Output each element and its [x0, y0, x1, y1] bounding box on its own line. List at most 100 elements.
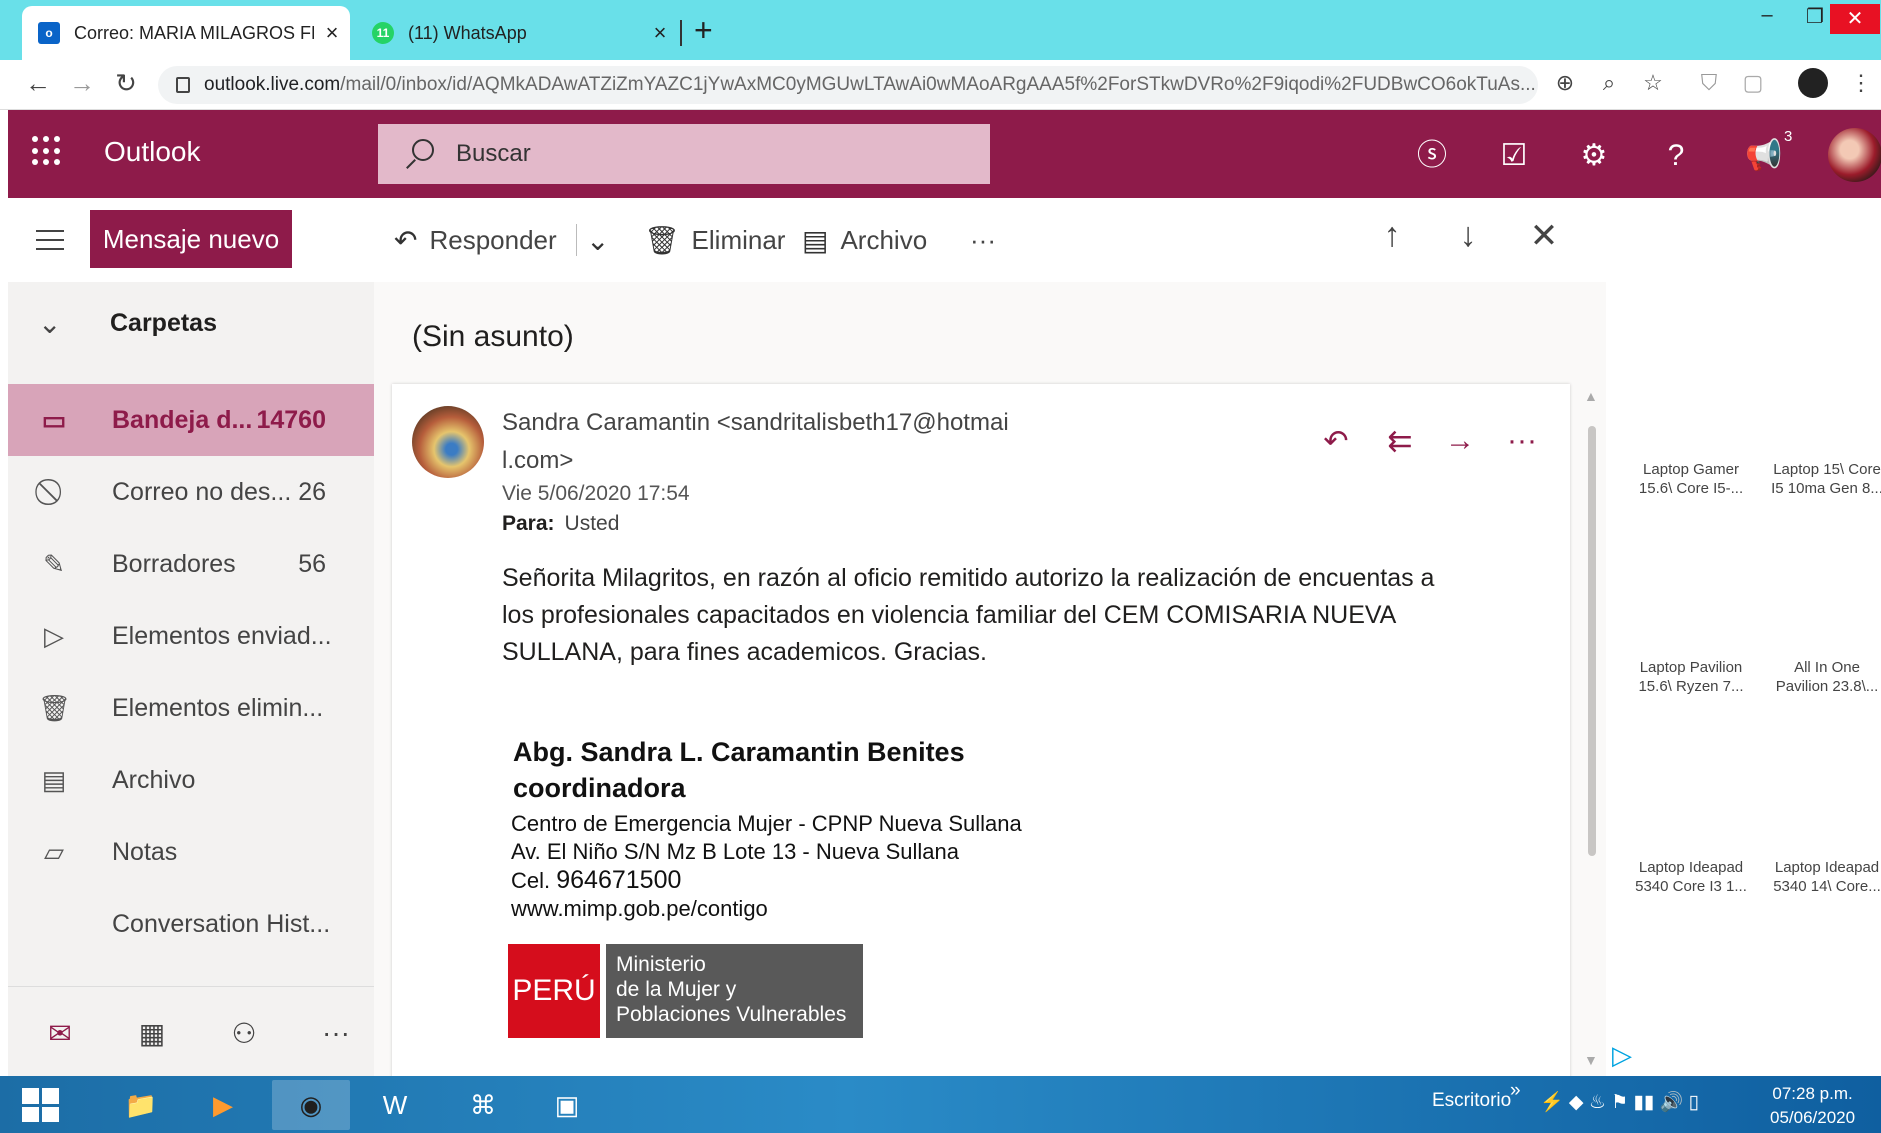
- folder-label: Notas: [112, 837, 178, 866]
- signature-web[interactable]: www.mimp.gob.pe/contigo: [511, 895, 1022, 923]
- calendar-icon[interactable]: ▦: [130, 1017, 174, 1050]
- tab-title: (11) WhatsApp: [408, 22, 527, 43]
- pdf-icon[interactable]: ⌘: [444, 1080, 522, 1130]
- scrollbar-thumb[interactable]: [1588, 426, 1596, 856]
- next-message-icon[interactable]: ↓: [1446, 216, 1490, 255]
- calendar-check-icon[interactable]: ☑: [1494, 136, 1534, 176]
- folder-count: 14760: [256, 405, 326, 434]
- tab-title: Correo: MARIA MILAGROS FERNÁ: [74, 22, 314, 43]
- scroll-down-icon[interactable]: ▼: [1584, 1052, 1598, 1068]
- close-message-icon[interactable]: ✕: [1522, 216, 1566, 256]
- chevron-down-icon: ⌄: [586, 224, 610, 256]
- start-button[interactable]: [22, 1088, 60, 1122]
- folder-label: Correo no des...: [112, 477, 292, 506]
- sender[interactable]: Sandra Caramantin <sandritalisbeth17@hot…: [502, 404, 1062, 480]
- photos-icon[interactable]: ▣: [528, 1080, 606, 1130]
- folder-junk[interactable]: ⃠ Correo no des... 26: [8, 456, 374, 528]
- extension-icon[interactable]: ▢: [1736, 70, 1770, 96]
- minimize-icon[interactable]: –: [1742, 4, 1792, 27]
- ad-item[interactable]: Laptop Ideapad 5340 14\ Core...: [1762, 858, 1881, 896]
- close-window-icon[interactable]: ✕: [1830, 4, 1880, 34]
- chrome-icon[interactable]: ◉: [272, 1080, 350, 1130]
- archive-icon: ▤: [41, 764, 67, 795]
- chevron-down-icon: ⌄: [38, 307, 62, 339]
- app-launcher-icon[interactable]: [32, 136, 62, 166]
- skype-icon[interactable]: ⓢ: [1412, 136, 1452, 176]
- app-title[interactable]: Outlook: [104, 136, 201, 168]
- body-line: los profesionales capacitados en violenc…: [502, 601, 1397, 629]
- adchoices-icon[interactable]: ▷: [1612, 1040, 1632, 1071]
- sender-line: Sandra Caramantin <sandritalisbeth17@hot…: [502, 409, 1009, 436]
- install-icon[interactable]: ⊕: [1548, 70, 1582, 96]
- search-input[interactable]: [456, 140, 956, 168]
- tray-icons[interactable]: ⚡ ◆ ♨ ⚑ ▮▮ 🔊 ▯: [1540, 1090, 1699, 1114]
- folder-label: Archivo: [112, 765, 196, 794]
- archive-button[interactable]: ▤ Archivo: [802, 218, 927, 262]
- help-icon[interactable]: ?: [1656, 136, 1696, 176]
- forward-icon[interactable]: →: [62, 68, 102, 99]
- sender-line: l.com>: [502, 447, 574, 474]
- shield-extension-icon[interactable]: ⛉: [1692, 70, 1726, 96]
- folder-inbox[interactable]: ▭ Bandeja d... 14760: [8, 384, 374, 456]
- clock[interactable]: 07:28 p.m. 05/06/2020: [1770, 1082, 1855, 1130]
- previous-message-icon[interactable]: ↑: [1370, 216, 1414, 255]
- folder-conversation-history[interactable]: Conversation Hist...: [8, 888, 374, 960]
- sender-avatar[interactable]: [412, 406, 484, 478]
- back-icon[interactable]: ←: [18, 68, 58, 99]
- tab-outlook[interactable]: o Correo: MARIA MILAGROS FERNÁ ×: [22, 6, 350, 60]
- ad-item[interactable]: Laptop 15\ Core I5 10ma Gen 8...: [1762, 460, 1881, 498]
- zoom-icon[interactable]: ⌕: [1592, 70, 1626, 96]
- ad-item[interactable]: Laptop Gamer 15.6\ Core I5-...: [1626, 460, 1756, 498]
- search-box[interactable]: [378, 124, 990, 184]
- url-field[interactable]: outlook.live.com/mail/0/inbox/id/AQMkADA…: [158, 66, 1538, 104]
- folder-deleted[interactable]: 🗑 Elementos elimin...: [8, 672, 374, 744]
- avatar[interactable]: [1828, 128, 1881, 182]
- mail-icon[interactable]: ✉: [38, 1017, 82, 1050]
- ad-item[interactable]: Laptop Ideapad 5340 Core I3 1...: [1626, 858, 1756, 896]
- reload-icon[interactable]: ↻: [106, 68, 146, 99]
- reply-all-icon[interactable]: ⇇: [1380, 424, 1420, 459]
- lock-icon: [176, 77, 190, 93]
- recipient-line: Para: Usted: [502, 512, 619, 536]
- ad-item[interactable]: Laptop Pavilion 15.6\ Ryzen 7...: [1626, 658, 1756, 696]
- tab-divider: [680, 20, 682, 46]
- scroll-up-icon[interactable]: ▲: [1584, 388, 1598, 404]
- toolbar-chevron-icon[interactable]: »: [1510, 1080, 1521, 1102]
- module-switcher: ✉ ▦ ⚇ ···: [8, 986, 374, 1076]
- reply-icon: ↶: [394, 224, 418, 256]
- menu-icon[interactable]: ⋮: [1844, 70, 1878, 96]
- reply-options-button[interactable]: ⌄: [586, 218, 621, 262]
- close-tab-icon[interactable]: ×: [314, 20, 350, 46]
- trash-icon: 🗑: [644, 224, 680, 256]
- delete-button[interactable]: 🗑 Eliminar: [644, 218, 785, 262]
- folder-archive[interactable]: ▤ Archivo: [8, 744, 374, 816]
- gear-icon[interactable]: ⚙: [1574, 136, 1614, 176]
- more-icon[interactable]: ···: [314, 1017, 358, 1049]
- hamburger-icon[interactable]: [36, 230, 64, 250]
- folder-sent[interactable]: ▷ Elementos enviad...: [8, 600, 374, 672]
- ad-item[interactable]: All In One Pavilion 23.8\...: [1762, 658, 1881, 696]
- reply-button[interactable]: ↶ Responder: [394, 218, 557, 262]
- more-actions-icon[interactable]: ···: [1502, 424, 1542, 458]
- file-explorer-icon[interactable]: 📁: [102, 1080, 180, 1130]
- folder-notes[interactable]: ▱ Notas: [8, 816, 374, 888]
- new-tab-button[interactable]: +: [694, 14, 713, 46]
- word-icon[interactable]: W: [356, 1080, 434, 1130]
- new-message-button[interactable]: Mensaje nuevo: [90, 210, 292, 268]
- media-player-icon[interactable]: ▶: [184, 1080, 262, 1130]
- folders-header[interactable]: ⌄ Carpetas: [8, 298, 374, 348]
- megaphone-icon[interactable]: 📢: [1744, 136, 1784, 176]
- profile-icon[interactable]: [1798, 68, 1828, 98]
- close-tab-icon[interactable]: ×: [642, 20, 678, 46]
- tab-whatsapp[interactable]: 11 (11) WhatsApp ×: [356, 6, 678, 60]
- folder-label: Elementos elimin...: [112, 693, 324, 722]
- more-actions-button[interactable]: ···: [970, 218, 996, 262]
- search-icon: [402, 137, 436, 171]
- desktop-toolbar-label[interactable]: Escritorio: [1432, 1090, 1511, 1112]
- junk-icon: ⃠: [38, 476, 70, 508]
- folder-drafts[interactable]: ✎ Borradores 56: [8, 528, 374, 600]
- reply-icon[interactable]: ↶: [1316, 424, 1356, 459]
- people-icon[interactable]: ⚇: [222, 1017, 266, 1050]
- forward-icon[interactable]: →: [1440, 424, 1480, 458]
- star-icon[interactable]: ☆: [1636, 70, 1670, 96]
